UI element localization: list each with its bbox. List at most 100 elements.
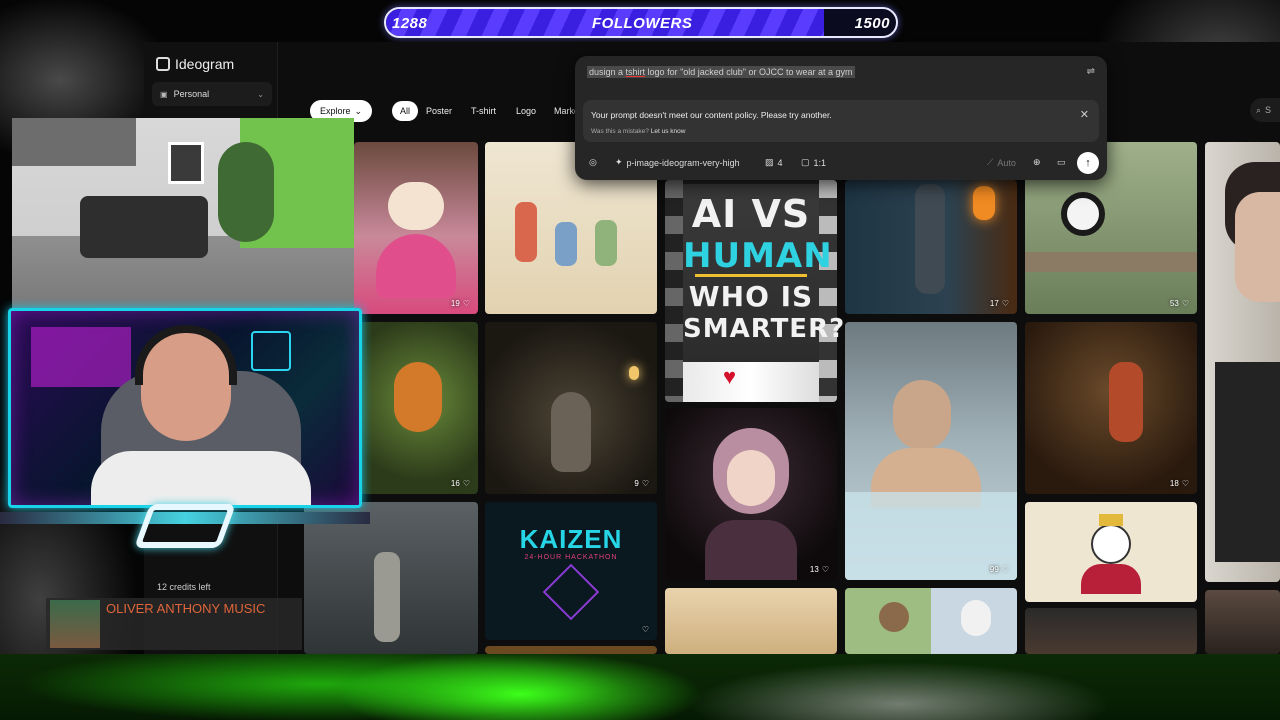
dress-shape <box>376 234 456 298</box>
heart-icon: ♡ <box>641 625 649 634</box>
magic-label: Auto <box>997 157 1016 168</box>
like-button[interactable]: ♡ <box>642 625 649 634</box>
close-icon[interactable]: ✕ <box>1080 108 1089 121</box>
kaizen-diamond-shape <box>542 563 600 621</box>
like-count[interactable]: 16 ♡ <box>451 479 470 488</box>
logo-text: Ideogram <box>175 56 235 72</box>
wand-icon: ⟋ <box>987 157 994 167</box>
like-count[interactable]: 17 ♡ <box>990 299 1009 308</box>
jacket-shape <box>1215 362 1280 562</box>
shirt-shape <box>91 451 311 505</box>
chevron-down-icon: ⌄ <box>257 89 264 99</box>
couch-shape <box>80 196 208 258</box>
gallery-image-partial[interactable] <box>485 646 657 654</box>
thumb-underline <box>695 274 807 277</box>
figure-shape <box>595 220 617 266</box>
bunny-shape <box>961 600 991 636</box>
filter-poster[interactable]: Poster <box>426 101 452 121</box>
wall-frame-shape <box>168 142 204 184</box>
man-shape <box>915 184 945 294</box>
figure-shape <box>515 202 537 262</box>
workspace-label: Personal <box>173 89 210 99</box>
streamer-camera <box>8 308 362 508</box>
neon-sign-shape <box>251 331 291 371</box>
collage-bottom-objects: ♥ <box>683 356 819 402</box>
sparkle-icon: ✦ <box>615 157 623 167</box>
generate-button[interactable]: ↑ <box>1077 152 1099 174</box>
gallery-image-portrait-partial[interactable] <box>1025 608 1197 654</box>
neon-light-shape <box>31 327 131 387</box>
lightbulb-shape <box>629 366 639 380</box>
plant-shape <box>218 142 274 242</box>
like-count[interactable]: 99 ♡ <box>990 565 1009 574</box>
image-count-selector[interactable]: ▨ 4 <box>765 157 783 168</box>
prompt-panel: dusign a tshirt logo for "old jacked clu… <box>575 56 1107 180</box>
filter-all[interactable]: All <box>392 101 419 121</box>
gallery-image-punk-woman[interactable] <box>1205 142 1280 582</box>
thumb-line-4: SMARTER? <box>683 314 846 344</box>
stream-canvas: 1288 FOLLOWERS 1500 Ideogram ▣ Personal … <box>0 0 1280 720</box>
gallery-image-partial-right[interactable] <box>1205 590 1280 654</box>
prompt-input[interactable]: dusign a tshirt logo for "old jacked clu… <box>587 66 855 78</box>
workspace-selector[interactable]: ▣ Personal ⌄ <box>152 82 272 106</box>
prompt-settings-icon[interactable]: ⇌ <box>1087 66 1095 77</box>
search-input[interactable]: ⌕ S <box>1250 98 1280 122</box>
window-shade-shape <box>12 118 136 166</box>
dress-shape <box>705 520 797 580</box>
gallery-image-room-partial[interactable] <box>665 588 837 654</box>
filter-logo[interactable]: Logo <box>516 101 536 121</box>
follower-label: FOLLOWERS <box>592 15 693 32</box>
workspace-icon: ▣ <box>160 89 168 99</box>
gallery-image-cat[interactable]: 9 ♡ <box>485 322 657 494</box>
hedgehog-shape <box>879 602 909 632</box>
magic-prompt-toggle[interactable]: ⟋ Auto <box>987 157 1016 168</box>
heart-icon: ♡ <box>1181 479 1189 488</box>
follower-goal: 1500 <box>854 15 890 32</box>
globe-icon[interactable]: ⊕ <box>1033 157 1041 168</box>
model-selector[interactable]: ✦ p-image-ideogram-very-high <box>615 157 740 168</box>
gallery-image-hedgehog-bunny[interactable] <box>845 588 1017 654</box>
gallery-image-woman-hot-spring[interactable]: 99 ♡ <box>845 322 1017 580</box>
figure-shape <box>555 222 577 266</box>
follower-goal-bar: 1288 FOLLOWERS 1500 <box>384 7 898 38</box>
follower-current: 1288 <box>392 15 428 32</box>
gallery-image-dog-princess[interactable]: 19 ♡ <box>354 142 478 314</box>
like-count[interactable]: 13 ♡ <box>810 565 829 574</box>
fence-shape <box>1025 252 1197 272</box>
mistake-prompt: Was this a mistake? Let us know <box>591 128 686 135</box>
filter-tshirt[interactable]: T-shirt <box>471 101 496 121</box>
rooster-shape <box>1109 362 1143 442</box>
explore-label: Explore <box>319 106 351 116</box>
gallery-image-kaizen-poster[interactable]: KAIZEN 24-HOUR HACKATHON ♡ <box>485 502 657 640</box>
fire-shape <box>973 186 995 220</box>
monk-shape <box>374 552 400 642</box>
channel-logo <box>133 504 237 548</box>
aspect-ratio-selector[interactable]: ▢ 1:1 <box>801 157 826 168</box>
headphones-shape <box>135 325 237 385</box>
let-us-know-link[interactable]: Let us know <box>651 128 686 135</box>
square-icon: ▢ <box>801 157 810 167</box>
face-shape <box>1235 192 1280 302</box>
camera-frame-bottom <box>0 504 370 550</box>
heart-icon: ♡ <box>462 479 470 488</box>
style-picker-icon[interactable]: ◎ <box>589 157 597 168</box>
folder-icon[interactable]: ▭ <box>1057 157 1066 168</box>
like-count[interactable]: 18 ♡ <box>1170 479 1189 488</box>
like-count[interactable]: 9 ♡ <box>634 479 649 488</box>
woman-head-shape <box>893 380 951 450</box>
gallery-image-man-fire[interactable]: 17 ♡ <box>845 180 1017 314</box>
gallery-image-rooster-bar[interactable]: 18 ♡ <box>1025 322 1197 494</box>
like-count[interactable]: 19 ♡ <box>451 299 470 308</box>
gallery-image-cat-king[interactable] <box>1025 502 1197 602</box>
kaizen-subtitle: 24-HOUR HACKATHON <box>524 554 618 561</box>
gallery-image-fox[interactable]: 16 ♡ <box>354 322 478 494</box>
credits-left: 12 credits left <box>157 582 211 592</box>
ideogram-logo[interactable]: Ideogram <box>156 56 234 72</box>
gallery-image-victorian-girl[interactable]: 13 ♡ <box>665 408 837 580</box>
now-playing-widget: OLIVER ANTHONY MUSIC <box>46 598 302 650</box>
search-icon: ⌕ <box>1256 104 1262 115</box>
model-label: p-image-ideogram-very-high <box>626 157 740 168</box>
misspelled-word: tshirt <box>625 67 646 77</box>
crown-shape <box>1099 514 1123 526</box>
like-count[interactable]: 53 ♡ <box>1170 299 1189 308</box>
